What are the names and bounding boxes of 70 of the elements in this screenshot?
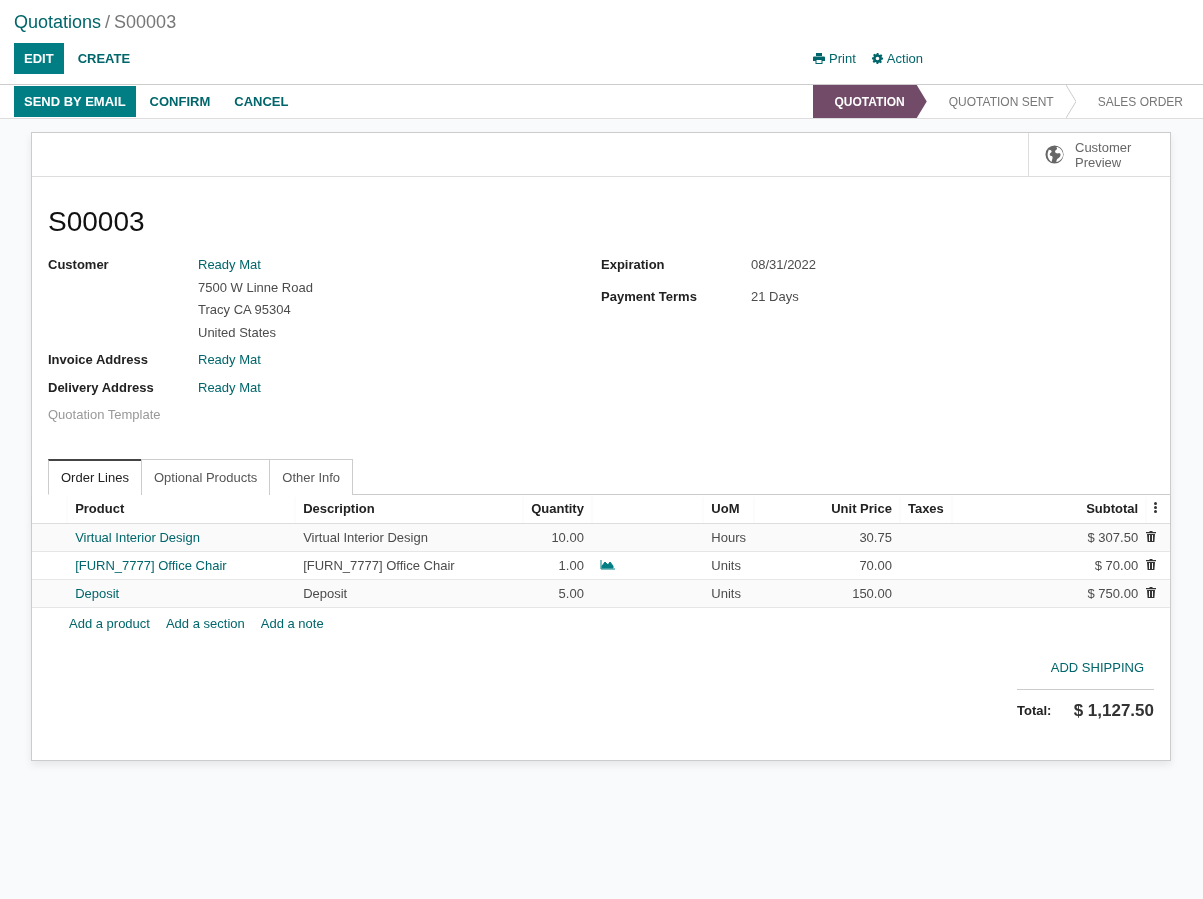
address-line: 7500 W Linne Road <box>198 278 313 297</box>
total-label: Total: <box>1017 702 1052 720</box>
tab[interactable]: Order Lines <box>48 458 142 495</box>
table-cell: Units <box>703 579 754 608</box>
column-header: Quantity <box>523 495 592 524</box>
stage-button[interactable]: QUOTATION SENT <box>926 85 1076 118</box>
customer-preview-button[interactable]: Customer Preview <box>1028 133 1170 176</box>
table-cell: 5.00 <box>523 579 592 608</box>
field-label: Payment Terms <box>601 287 698 306</box>
table-cell: 1.00 <box>523 551 592 580</box>
field-label: Quotation Template <box>48 406 162 424</box>
field-label: Customer <box>48 256 110 274</box>
trash-icon[interactable] <box>1146 586 1157 598</box>
stage-button[interactable]: SALES ORDER <box>1075 85 1203 118</box>
table-cell: $ 750.00 <box>951 579 1147 608</box>
breadcrumb-separator: / <box>105 12 111 32</box>
address-line: United States <box>198 323 278 342</box>
breadcrumb-current: S00003 <box>114 12 177 32</box>
column-header: Taxes <box>899 495 952 524</box>
table-cell: $ 70.00 <box>951 551 1147 580</box>
address-line: Tracy CA 95304 <box>198 301 292 319</box>
field-label: Expiration <box>601 256 666 274</box>
status-action-button[interactable]: CONFIRM <box>139 86 221 117</box>
gear-icon <box>871 53 883 64</box>
area-chart-icon[interactable] <box>599 558 615 570</box>
trash-icon[interactable] <box>1146 530 1157 542</box>
column-header: Subtotal <box>951 495 1147 524</box>
field-link[interactable]: Ready Mat <box>198 377 261 397</box>
add-line-link[interactable]: Add a product <box>69 616 150 631</box>
column-header: Product <box>67 495 296 524</box>
edit-button[interactable]: EDIT <box>14 43 64 74</box>
status-action-button[interactable]: SEND BY EMAIL <box>14 86 136 117</box>
table-cell: 10.00 <box>523 523 592 552</box>
table-cell: 70.00 <box>754 551 900 580</box>
table-cell: Units <box>703 551 754 580</box>
breadcrumb-link[interactable]: Quotations <box>14 12 102 32</box>
field-value: 08/31/2022 <box>751 256 817 274</box>
trash-icon[interactable] <box>1146 558 1157 570</box>
table-cell: $ 307.50 <box>951 523 1147 552</box>
tab[interactable]: Other Info <box>269 458 354 495</box>
status-action-button[interactable]: CANCEL <box>224 86 299 117</box>
printer-icon <box>813 53 826 64</box>
action-menu[interactable]: Action <box>871 48 923 69</box>
field-label: Invoice Address <box>48 351 149 369</box>
table-cell: Hours <box>703 523 754 552</box>
table-cell: Virtual Interior Design <box>295 523 524 552</box>
field-link[interactable]: Ready Mat <box>198 255 313 275</box>
column-header: UoM <box>703 495 754 524</box>
record-title: S00003 <box>48 205 146 239</box>
column-header: Description <box>295 495 524 524</box>
total-amount: $ 1,127.50 <box>1073 700 1154 722</box>
create-button[interactable]: CREATE <box>67 43 141 74</box>
table-cell: 150.00 <box>754 579 900 608</box>
table-cell: 30.75 <box>754 523 900 552</box>
globe-icon <box>1045 145 1065 164</box>
add-shipping-button[interactable]: ADD SHIPPING <box>1040 653 1154 681</box>
tab[interactable]: Optional Products <box>140 458 271 495</box>
table-cell: Deposit <box>295 579 524 608</box>
field-link[interactable]: Ready Mat <box>198 350 261 370</box>
column-header: Unit Price <box>754 495 900 524</box>
product-link[interactable]: [FURN_7777] Office Chair <box>75 557 227 573</box>
field-label: Delivery Address <box>48 378 155 397</box>
add-line-link[interactable]: Add a section <box>165 616 245 631</box>
table-cell: [FURN_7777] Office Chair <box>295 551 524 580</box>
kebab-menu-icon[interactable] <box>1154 502 1158 513</box>
stage-button[interactable]: QUOTATION <box>812 85 927 118</box>
print-menu[interactable]: Print <box>813 48 856 69</box>
product-link[interactable]: Deposit <box>75 585 120 601</box>
add-line-link[interactable]: Add a note <box>260 616 324 631</box>
field-value: 21 Days <box>751 287 799 306</box>
